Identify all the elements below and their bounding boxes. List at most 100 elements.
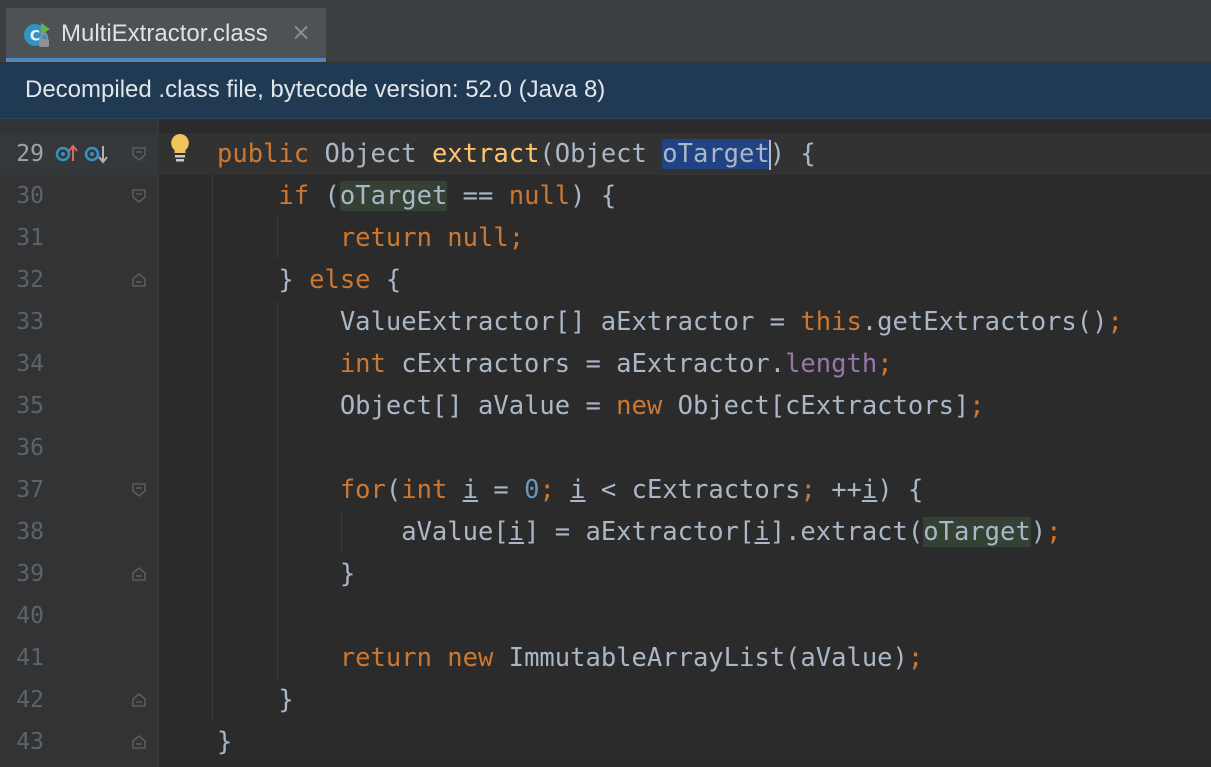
code-token: } xyxy=(217,265,310,295)
fold-marker-close[interactable] xyxy=(131,734,147,750)
indent-guide xyxy=(212,175,213,721)
code-token: Object[] aValue = xyxy=(217,391,617,421)
code-line[interactable]: aValue[i] = aExtractor[i].extract(oTarge… xyxy=(217,511,1061,553)
line-number: 30 xyxy=(16,183,44,209)
decompiled-banner: Decompiled .class file, bytecode version… xyxy=(0,63,1211,119)
editor-tab-bar: C MultiExtractor.class × xyxy=(0,0,1211,63)
code-token: ImmutableArrayList(aValue) xyxy=(493,643,908,673)
code-line[interactable]: return new ImmutableArrayList(aValue); xyxy=(217,637,923,679)
code-token: Object[cExtractors] xyxy=(662,391,970,421)
code-token: } xyxy=(217,727,233,757)
fold-marker-open[interactable] xyxy=(131,482,147,498)
line-number: 32 xyxy=(16,267,44,293)
fold-marker-open[interactable] xyxy=(131,188,147,204)
code-token: ; xyxy=(907,643,924,673)
code-token: oTarget xyxy=(923,517,1031,547)
code-token: < cExtractors xyxy=(585,475,801,505)
close-icon[interactable]: × xyxy=(291,18,311,46)
implements-icon[interactable] xyxy=(55,143,79,170)
overrides-icon[interactable] xyxy=(84,143,110,170)
code-token: oTarget xyxy=(662,139,770,169)
code-token: for xyxy=(339,475,386,505)
line-number: 42 xyxy=(16,687,44,713)
tab-title: MultiExtractor.class xyxy=(61,20,268,47)
fold-marker-open[interactable] xyxy=(131,146,147,162)
code-token: this xyxy=(800,307,862,337)
code-token: extract xyxy=(431,139,540,169)
line-number: 40 xyxy=(16,603,44,629)
code-token: (Object xyxy=(539,139,663,169)
code-line[interactable]: } xyxy=(217,679,294,721)
code-token: ) xyxy=(1030,517,1047,547)
code-line[interactable]: if (oTarget == null) { xyxy=(217,175,616,217)
code-token: return new xyxy=(339,643,494,673)
code-line[interactable]: } xyxy=(217,721,232,763)
code-token: oTarget xyxy=(339,181,448,211)
code-token: i xyxy=(462,475,479,505)
code-token: aValue[ xyxy=(217,517,509,547)
code-line[interactable]: Object[] aValue = new Object[cExtractors… xyxy=(217,385,985,427)
line-number: 31 xyxy=(16,225,44,251)
line-number: 37 xyxy=(16,477,44,503)
code-token: cExtractors = aExtractor. xyxy=(385,349,786,379)
code-line[interactable]: public Object extract(Object oTarget) { xyxy=(217,133,816,175)
code-line[interactable]: int cExtractors = aExtractor.length; xyxy=(217,343,893,385)
code-line[interactable]: } xyxy=(217,553,355,595)
fold-marker-close[interactable] xyxy=(131,692,147,708)
fold-marker-close[interactable] xyxy=(131,566,147,582)
code-token: 0 xyxy=(524,475,540,505)
tab-multiextractor-class[interactable]: C MultiExtractor.class × xyxy=(6,8,326,62)
code-token: Object xyxy=(309,139,432,169)
lightbulb-icon[interactable] xyxy=(168,132,192,164)
code-token: int xyxy=(401,475,448,505)
partial-line-28: 28 xyxy=(0,119,1211,133)
code-token: length xyxy=(785,349,878,379)
line-number: 28 xyxy=(0,119,44,129)
code-token: i xyxy=(861,475,878,505)
code-token: ; xyxy=(800,475,832,505)
code-token: { xyxy=(370,265,402,295)
code-token: ) { xyxy=(769,139,816,169)
code-line[interactable]: return null; xyxy=(217,217,524,259)
line-number: 39 xyxy=(16,561,44,587)
code-token: return null; xyxy=(339,223,525,253)
code-token: i xyxy=(570,475,586,505)
line-number: 35 xyxy=(16,393,44,419)
code-token: ; xyxy=(877,349,893,379)
class-file-icon: C xyxy=(24,23,50,47)
line-number: 36 xyxy=(16,435,44,461)
code-token: } xyxy=(217,559,356,589)
code-token: } xyxy=(217,685,294,715)
code-line[interactable]: ValueExtractor[] aExtractor = this.getEx… xyxy=(217,301,1123,343)
line-number: 41 xyxy=(16,645,44,671)
code-token: if xyxy=(278,181,310,211)
code-token: ( xyxy=(385,475,402,505)
code-token: ) { xyxy=(570,181,617,211)
svg-text:C: C xyxy=(30,29,40,45)
code-line[interactable]: } else { xyxy=(217,259,401,301)
fold-marker-close[interactable] xyxy=(131,272,147,288)
ide-window: C MultiExtractor.class × Decompiled .cla… xyxy=(0,0,1211,767)
code-token: null xyxy=(508,181,571,211)
code-token: else xyxy=(309,265,371,295)
code-token: i xyxy=(754,517,770,547)
code-token: ] = aExtractor[ xyxy=(524,517,755,547)
code-token: int xyxy=(339,349,386,379)
code-token: = xyxy=(478,475,525,505)
code-token: == xyxy=(447,181,509,211)
code-token: ; xyxy=(969,391,985,421)
code-token: ( xyxy=(309,181,340,211)
code-token: ; xyxy=(1046,517,1062,547)
code-token: new xyxy=(616,391,663,421)
code-token: ].extract( xyxy=(769,517,924,547)
code-token: ValueExtractor[] aExtractor = xyxy=(217,307,801,337)
code-token: ; xyxy=(1107,307,1123,337)
code-line[interactable]: for(int i = 0; i < cExtractors; ++i) { xyxy=(217,469,924,511)
line-number: 34 xyxy=(16,351,44,377)
